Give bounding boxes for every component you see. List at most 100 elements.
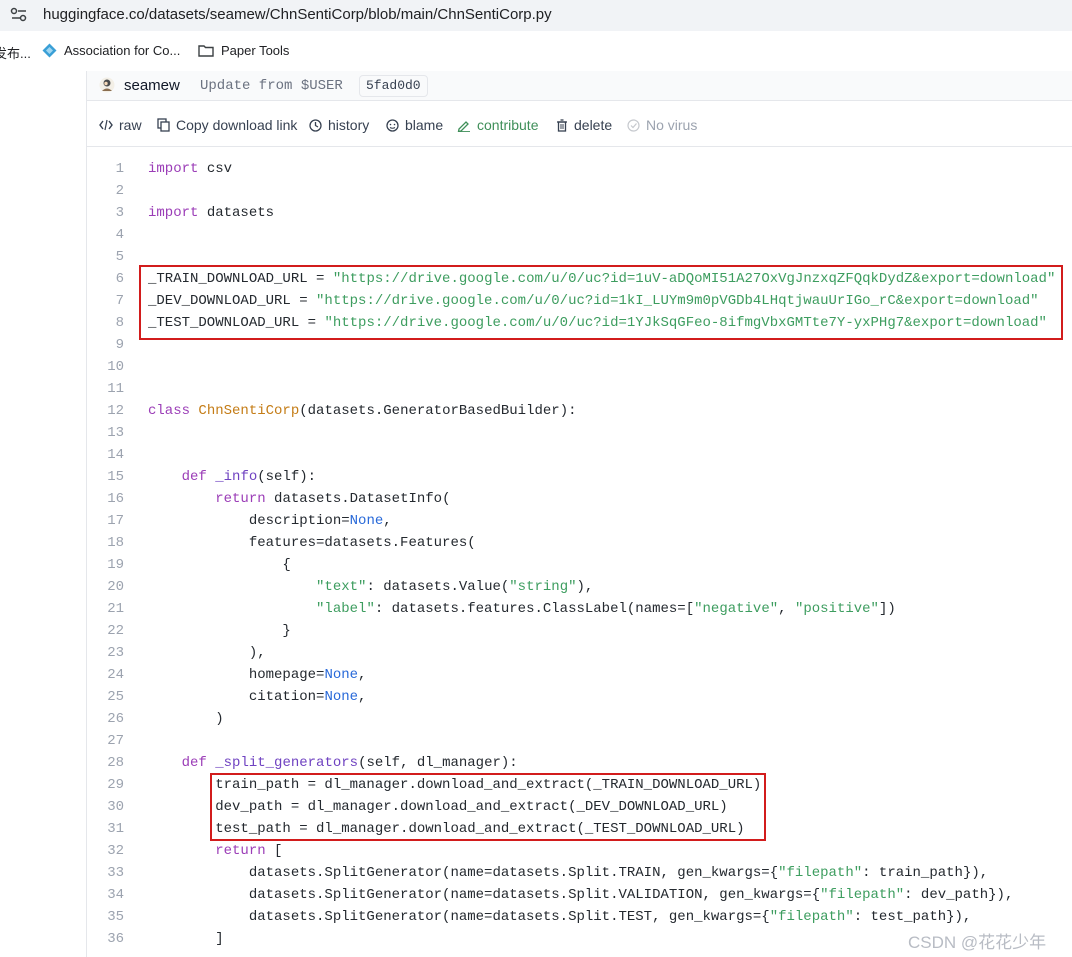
code-text: description=None, bbox=[148, 513, 392, 529]
line-number[interactable]: 3 bbox=[87, 202, 124, 224]
pencil-icon bbox=[457, 120, 470, 132]
code-text: "text": datasets.Value("string"), bbox=[316, 579, 594, 595]
line-number[interactable]: 31 bbox=[87, 818, 124, 840]
left-margin-panel bbox=[0, 71, 87, 957]
url-text[interactable]: huggingface.co/datasets/seamew/ChnSentiC… bbox=[43, 6, 552, 23]
site-settings-icon[interactable] bbox=[10, 7, 28, 23]
watermark: CSDN @花花少年 bbox=[908, 933, 1047, 952]
code-text: features=datasets.Features( bbox=[148, 535, 476, 551]
line-number[interactable]: 9 bbox=[87, 334, 124, 356]
line-number[interactable]: 8 bbox=[87, 312, 124, 334]
face-icon bbox=[386, 118, 399, 132]
line-number[interactable]: 30 bbox=[87, 796, 124, 818]
line-number[interactable]: 2 bbox=[87, 180, 124, 202]
code-line: 35 datasets.SplitGenerator(name=datasets… bbox=[87, 906, 1072, 928]
clock-icon bbox=[309, 118, 322, 132]
address-bar[interactable]: huggingface.co/datasets/seamew/ChnSentiC… bbox=[0, 0, 1072, 31]
code-text: } bbox=[148, 623, 291, 639]
code-text: { bbox=[148, 557, 291, 573]
line-number[interactable]: 11 bbox=[87, 378, 124, 400]
highlight-box-download-calls bbox=[210, 773, 766, 841]
line-number[interactable]: 18 bbox=[87, 532, 124, 554]
code-line: 10 bbox=[87, 356, 1072, 378]
contribute-label: contribute bbox=[477, 117, 539, 133]
bookmark-label: Paper Tools bbox=[221, 43, 290, 58]
code-text: def _split_generators(self, dl_manager): bbox=[181, 755, 518, 771]
commit-hash[interactable]: 5fad0d0 bbox=[359, 75, 428, 97]
code-line: 12 class ChnSentiCorp(datasets.GeneratorB… bbox=[87, 400, 1072, 422]
commit-author[interactable]: seamew bbox=[124, 77, 180, 94]
blame-label: blame bbox=[405, 117, 444, 133]
line-number[interactable]: 36 bbox=[87, 928, 124, 950]
code-line: 33 datasets.SplitGenerator(name=datasets… bbox=[87, 862, 1072, 884]
bookmark-item-acl[interactable]: Association for Co... bbox=[42, 43, 180, 58]
code-line: 14 bbox=[87, 444, 1072, 466]
line-number[interactable]: 29 bbox=[87, 774, 124, 796]
code-line: 3 import datasets bbox=[87, 202, 1072, 224]
code-text: class ChnSentiCorp(datasets.GeneratorBas… bbox=[148, 403, 577, 419]
code-line: 11 bbox=[87, 378, 1072, 400]
raw-button[interactable]: raw bbox=[99, 117, 142, 133]
code-line: 16 return datasets.DatasetInfo( bbox=[87, 488, 1072, 510]
line-number[interactable]: 14 bbox=[87, 444, 124, 466]
copy-download-link-button[interactable]: Copy download link bbox=[157, 117, 297, 133]
history-button[interactable]: history bbox=[309, 117, 369, 133]
line-number[interactable]: 10 bbox=[87, 356, 124, 378]
line-number[interactable]: 19 bbox=[87, 554, 124, 576]
bookmark-item-1[interactable]: 发布... bbox=[0, 43, 31, 62]
commit-message[interactable]: Update from $USER bbox=[200, 78, 343, 94]
line-number[interactable]: 28 bbox=[87, 752, 124, 774]
line-number[interactable]: 6 bbox=[87, 268, 124, 290]
line-number[interactable]: 4 bbox=[87, 224, 124, 246]
line-number[interactable]: 22 bbox=[87, 620, 124, 642]
diamond-logo-icon bbox=[42, 43, 57, 58]
line-number[interactable]: 13 bbox=[87, 422, 124, 444]
line-number[interactable]: 12 bbox=[87, 400, 124, 422]
code-text: citation=None, bbox=[148, 689, 367, 705]
line-number[interactable]: 7 bbox=[87, 290, 124, 312]
code-text: datasets.SplitGenerator(name=datasets.Sp… bbox=[148, 909, 972, 925]
line-number[interactable]: 21 bbox=[87, 598, 124, 620]
code-text: ] bbox=[148, 931, 224, 947]
code-line: 17 description=None, bbox=[87, 510, 1072, 532]
line-number[interactable]: 1 bbox=[87, 158, 124, 180]
blame-button[interactable]: blame bbox=[386, 117, 443, 133]
code-line: 25 citation=None, bbox=[87, 686, 1072, 708]
line-number[interactable]: 5 bbox=[87, 246, 124, 268]
line-number[interactable]: 16 bbox=[87, 488, 124, 510]
code-text: return [ bbox=[215, 843, 283, 859]
avatar[interactable] bbox=[99, 77, 115, 93]
code-text: "label": datasets.features.ClassLabel(na… bbox=[316, 601, 896, 617]
line-number[interactable]: 15 bbox=[87, 466, 124, 488]
history-label: history bbox=[328, 117, 370, 133]
code-line: 20 "text": datasets.Value("string"), bbox=[87, 576, 1072, 598]
line-number[interactable]: 32 bbox=[87, 840, 124, 862]
bookmark-folder-paper-tools[interactable]: Paper Tools bbox=[198, 43, 289, 58]
line-number[interactable]: 27 bbox=[87, 730, 124, 752]
trash-icon bbox=[557, 118, 567, 132]
folder-icon bbox=[198, 45, 214, 57]
code-text: homepage=None, bbox=[148, 667, 367, 683]
code-line: 19 { bbox=[87, 554, 1072, 576]
code-line: 2 bbox=[87, 180, 1072, 202]
line-number[interactable]: 33 bbox=[87, 862, 124, 884]
code-line: 1 import csv bbox=[87, 158, 1072, 180]
delete-button[interactable]: delete bbox=[556, 117, 612, 133]
code-line: 15 def _info(self): bbox=[87, 466, 1072, 488]
line-number[interactable]: 24 bbox=[87, 664, 124, 686]
line-number[interactable]: 25 bbox=[87, 686, 124, 708]
contribute-button[interactable]: contribute bbox=[457, 117, 538, 133]
copy-icon bbox=[157, 118, 170, 132]
code-line: 24 homepage=None, bbox=[87, 664, 1072, 686]
code-line: 13 bbox=[87, 422, 1072, 444]
line-number[interactable]: 35 bbox=[87, 906, 124, 928]
code-text: datasets.SplitGenerator(name=datasets.Sp… bbox=[148, 887, 1014, 903]
line-number[interactable]: 26 bbox=[87, 708, 124, 730]
code-icon bbox=[99, 119, 113, 131]
line-number[interactable]: 20 bbox=[87, 576, 124, 598]
code-line: 27 bbox=[87, 730, 1072, 752]
line-number[interactable]: 23 bbox=[87, 642, 124, 664]
line-number[interactable]: 34 bbox=[87, 884, 124, 906]
copy-link-label: Copy download link bbox=[176, 117, 298, 133]
line-number[interactable]: 17 bbox=[87, 510, 124, 532]
